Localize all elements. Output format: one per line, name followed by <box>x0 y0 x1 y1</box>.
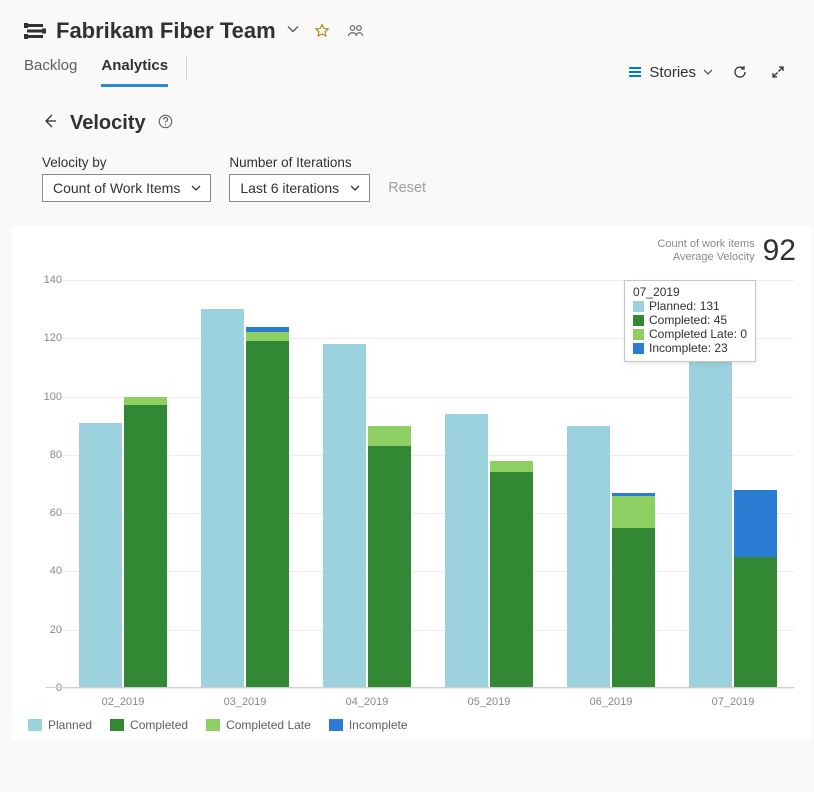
tooltip-completed: Completed: 45 <box>649 313 727 327</box>
planned-bar[interactable] <box>567 426 610 688</box>
actual-bar[interactable] <box>246 327 289 688</box>
view-tabs: Backlog Analytics <box>24 57 168 87</box>
iterations-value: Last 6 iterations <box>240 180 339 196</box>
chart-tooltip: 07_2019 Planned: 131 Completed: 45 Compl… <box>624 280 756 362</box>
summary-line2: Average Velocity <box>657 251 754 264</box>
completed-swatch-icon <box>110 719 124 731</box>
actual-bar[interactable] <box>490 461 533 688</box>
team-name[interactable]: Fabrikam Fiber Team <box>56 18 276 44</box>
x-tick: 07_2019 <box>712 696 755 708</box>
chevron-down-icon <box>702 66 714 78</box>
x-tick: 05_2019 <box>468 696 511 708</box>
actual-bar[interactable] <box>734 490 777 688</box>
planned-swatch-icon <box>28 719 42 731</box>
y-tick: 80 <box>42 449 62 461</box>
legend-planned: Planned <box>48 718 92 732</box>
fullscreen-icon[interactable] <box>766 60 790 84</box>
legend-incomplete: Incomplete <box>349 718 408 732</box>
planned-bar[interactable] <box>323 344 366 688</box>
completed-swatch-icon <box>633 315 644 326</box>
velocity-chart: Count of work items Average Velocity 92 … <box>12 226 812 740</box>
bar-group[interactable] <box>445 414 533 688</box>
y-tick: 100 <box>42 391 62 403</box>
incomplete-swatch-icon <box>329 719 343 731</box>
bar-group[interactable] <box>689 306 777 688</box>
team-icon <box>24 20 46 42</box>
y-tick: 60 <box>42 507 62 519</box>
back-arrow-icon[interactable] <box>42 113 58 134</box>
stories-label: Stories <box>649 64 696 81</box>
planned-bar[interactable] <box>201 309 244 688</box>
reset-button[interactable]: Reset <box>388 180 426 202</box>
y-tick: 120 <box>42 332 62 344</box>
iterations-label: Number of Iterations <box>229 155 370 170</box>
tooltip-late: Completed Late: 0 <box>649 327 747 341</box>
team-dropdown-chevron-icon[interactable] <box>286 22 300 41</box>
x-tick: 04_2019 <box>346 696 389 708</box>
velocity-by-label: Velocity by <box>42 155 211 170</box>
y-tick: 0 <box>42 682 62 694</box>
stories-dropdown[interactable]: Stories <box>627 64 714 81</box>
y-tick: 20 <box>42 624 62 636</box>
tooltip-title: 07_2019 <box>633 285 747 299</box>
tooltip-planned: Planned: 131 <box>649 299 720 313</box>
favorite-star-icon[interactable] <box>310 19 334 43</box>
chevron-down-icon <box>190 182 202 194</box>
tab-analytics[interactable]: Analytics <box>101 57 168 87</box>
iterations-select[interactable]: Last 6 iterations <box>229 174 370 202</box>
chart-legend: Planned Completed Completed Late Incompl… <box>28 718 802 732</box>
summary-line1: Count of work items <box>657 238 754 251</box>
tab-backlog[interactable]: Backlog <box>24 57 77 87</box>
bar-group[interactable] <box>567 426 655 688</box>
legend-late: Completed Late <box>226 718 311 732</box>
x-tick: 06_2019 <box>590 696 633 708</box>
velocity-by-value: Count of Work Items <box>53 180 180 196</box>
help-icon[interactable] <box>158 114 173 134</box>
incomplete-swatch-icon <box>633 343 644 354</box>
late-swatch-icon <box>633 329 644 340</box>
summary-value: 92 <box>763 234 796 268</box>
y-tick: 40 <box>42 565 62 577</box>
summary-block: Count of work items Average Velocity 92 <box>657 234 796 268</box>
planned-bar[interactable] <box>79 423 122 688</box>
planned-swatch-icon <box>633 301 644 312</box>
tooltip-incomplete: Incomplete: 23 <box>649 341 728 355</box>
page-title: Velocity <box>70 112 146 135</box>
refresh-icon[interactable] <box>728 60 752 84</box>
chevron-down-icon <box>349 182 361 194</box>
x-tick: 02_2019 <box>102 696 145 708</box>
actual-bar[interactable] <box>124 397 167 688</box>
x-tick: 03_2019 <box>224 696 267 708</box>
actual-bar[interactable] <box>368 426 411 688</box>
planned-bar[interactable] <box>445 414 488 688</box>
velocity-by-select[interactable]: Count of Work Items <box>42 174 211 202</box>
bar-group[interactable] <box>323 344 411 688</box>
bar-group[interactable] <box>201 309 289 688</box>
y-tick: 140 <box>42 274 62 286</box>
stories-icon <box>627 64 643 80</box>
tabs-divider <box>186 56 187 80</box>
bar-group[interactable] <box>79 397 167 688</box>
planned-bar[interactable] <box>689 306 732 688</box>
actual-bar[interactable] <box>612 493 655 688</box>
late-swatch-icon <box>206 719 220 731</box>
legend-completed: Completed <box>130 718 188 732</box>
team-members-icon[interactable] <box>344 19 368 43</box>
